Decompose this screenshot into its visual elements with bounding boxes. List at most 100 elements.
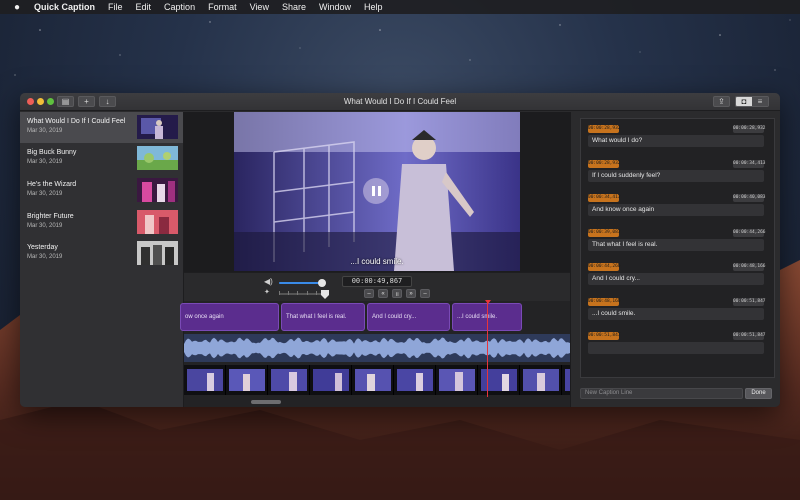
caption-text-field[interactable]: ...I could smile. <box>588 307 764 320</box>
film-frame <box>226 365 268 395</box>
project-date: Mar 30, 2019 <box>27 254 63 260</box>
film-frame <box>352 365 394 395</box>
speed-knob[interactable] <box>321 290 329 299</box>
panel-switcher: ◘ ≡ <box>735 96 769 107</box>
playhead-handle[interactable] <box>485 300 491 304</box>
timeline-scrollbar[interactable] <box>251 400 281 404</box>
caption-text-field[interactable]: And I could cry... <box>588 273 764 285</box>
pause-button[interactable] <box>363 178 389 204</box>
sliders-icon: ≡ <box>757 97 763 106</box>
caption-start-time[interactable]: 00:00:34,413 <box>588 194 621 202</box>
caption-start-time[interactable]: 00:00:44,266 <box>588 263 621 271</box>
film-frame <box>478 365 520 395</box>
playhead[interactable] <box>487 301 488 397</box>
caption-row[interactable]: 00:00:44,266 00:00:48,166 And I could cry.… <box>588 263 766 293</box>
speed-ticks <box>279 291 326 297</box>
share-button[interactable]: ⇪ <box>713 96 730 107</box>
done-button[interactable]: Done <box>745 388 772 399</box>
playback-controls: ◀) ✦ 00:00:49,867 – « ॥ » – <box>184 272 570 301</box>
rewind-button[interactable]: « <box>378 289 388 298</box>
video-player: ...I could smile. <box>184 112 570 272</box>
apple-icon[interactable]: ● <box>10 2 24 13</box>
play-pause-button[interactable]: ॥ <box>392 289 402 298</box>
video-subtitle: ...I could smile. <box>350 257 404 266</box>
project-thumbnail <box>137 178 178 202</box>
project-thumbnail <box>137 210 178 234</box>
volume-slider[interactable] <box>279 279 327 287</box>
filmstrip <box>184 365 604 395</box>
menu-view[interactable]: View <box>250 2 269 12</box>
project-title: Yesterday <box>27 244 58 251</box>
caption-start-time[interactable]: 00:00:51,847 <box>588 332 621 340</box>
film-frame <box>436 365 478 395</box>
forward-icon: » <box>409 290 413 297</box>
caption-row[interactable]: 00:00:28,932 00:00:34,413 If I could sudde… <box>588 159 766 190</box>
caption-end-time[interactable]: 00:00:34,413 <box>733 159 766 168</box>
caption-end-time[interactable]: 00:00:51,847 <box>733 297 766 306</box>
caption-row[interactable]: 00:00:28,932 00:00:28,932 What would I do? <box>588 125 766 155</box>
person-icon: ◘ <box>741 97 747 106</box>
rewind-icon: « <box>381 290 385 297</box>
project-sidebar: What Would I Do If I Could Feel Mar 30, … <box>20 112 184 407</box>
next-caption-button[interactable]: – <box>420 289 430 298</box>
speed-slider[interactable] <box>279 290 329 299</box>
turtle-icon: ✦ <box>264 289 270 296</box>
project-date: Mar 30, 2019 <box>27 159 63 165</box>
caption-end-time[interactable]: 00:00:28,932 <box>733 125 766 133</box>
project-title: Big Buck Bunny <box>27 149 77 156</box>
caption-row[interactable]: 00:00:51,847 00:00:51,847 <box>588 332 766 362</box>
caption-start-time[interactable]: 00:00:39,083 <box>588 228 621 237</box>
caption-text-field[interactable]: If I could suddenly feel? <box>588 169 764 182</box>
timeline-caption-block[interactable]: That what I feel is real. <box>281 303 365 331</box>
project-date: Mar 30, 2019 <box>27 223 63 229</box>
menu-format[interactable]: Format <box>208 2 237 12</box>
caption-start-time[interactable]: 00:00:28,932 <box>588 125 621 133</box>
minus-icon: – <box>367 290 371 297</box>
caption-row[interactable]: 00:00:34,413 00:00:40,083 And know once ag… <box>588 194 766 224</box>
caption-text-field[interactable]: And know once again <box>588 204 764 216</box>
caption-end-time[interactable]: 00:00:51,847 <box>733 332 766 340</box>
caption-end-time[interactable]: 00:00:40,083 <box>733 194 766 202</box>
caption-row[interactable]: 00:00:48,166 00:00:51,847 ...I could smile… <box>588 297 766 328</box>
title-bar: ▤ + ↓ What Would I Do If I Could Feel ⇪ … <box>20 93 780 111</box>
project-item-what-would-i-do[interactable]: What Would I Do If I Could Feel Mar 30, … <box>20 112 183 143</box>
timeline-caption-block[interactable]: ow once again <box>180 303 279 331</box>
timeline[interactable]: ow once again That what I feel is real. … <box>180 300 604 407</box>
menu-help[interactable]: Help <box>364 2 383 12</box>
speaker-icon: ◀) <box>264 277 273 286</box>
project-thumbnail <box>137 146 178 170</box>
caption-start-time[interactable]: 00:00:48,166 <box>588 297 621 306</box>
menu-share[interactable]: Share <box>282 2 306 12</box>
timeline-caption-block[interactable]: And I could cry... <box>367 303 450 331</box>
pause-icon <box>371 186 375 196</box>
previous-caption-button[interactable]: – <box>364 289 374 298</box>
video-frame[interactable]: ...I could smile. <box>234 112 520 271</box>
caption-end-time[interactable]: 00:00:48,166 <box>733 263 766 271</box>
menu-app-name[interactable]: Quick Caption <box>34 2 95 12</box>
caption-start-time[interactable]: 00:00:28,932 <box>588 159 621 168</box>
project-title: Brighter Future <box>27 213 74 220</box>
project-date: Mar 30, 2019 <box>27 128 63 134</box>
caption-text-field[interactable]: What would I do? <box>588 135 764 147</box>
settings-panel-tab[interactable]: ≡ <box>752 97 768 106</box>
caption-end-time[interactable]: 00:00:44,266 <box>733 228 766 237</box>
project-item-hes-the-wizard[interactable]: He's the Wizard Mar 30, 2019 <box>20 175 183 206</box>
menu-window[interactable]: Window <box>319 2 351 12</box>
caption-row[interactable]: 00:00:39,083 00:00:44,266 That what I feel… <box>588 228 766 259</box>
pause-small-icon: ॥ <box>395 291 399 298</box>
project-thumbnail <box>137 115 178 139</box>
menu-edit[interactable]: Edit <box>136 2 152 12</box>
forward-button[interactable]: » <box>406 289 416 298</box>
caption-panel-tab[interactable]: ◘ <box>736 97 752 106</box>
menu-caption[interactable]: Caption <box>164 2 195 12</box>
new-caption-input[interactable]: New Caption Line <box>580 388 743 399</box>
caption-text-field[interactable] <box>588 342 764 354</box>
project-item-yesterday[interactable]: Yesterday Mar 30, 2019 <box>20 238 183 269</box>
project-thumbnail <box>137 241 178 265</box>
caption-text-field[interactable]: That what I feel is real. <box>588 238 764 251</box>
volume-knob[interactable] <box>318 279 327 287</box>
menu-file[interactable]: File <box>108 2 123 12</box>
project-item-brighter-future[interactable]: Brighter Future Mar 30, 2019 <box>20 207 183 238</box>
share-icon: ⇪ <box>718 97 725 106</box>
project-item-big-buck-bunny[interactable]: Big Buck Bunny Mar 30, 2019 <box>20 143 183 174</box>
